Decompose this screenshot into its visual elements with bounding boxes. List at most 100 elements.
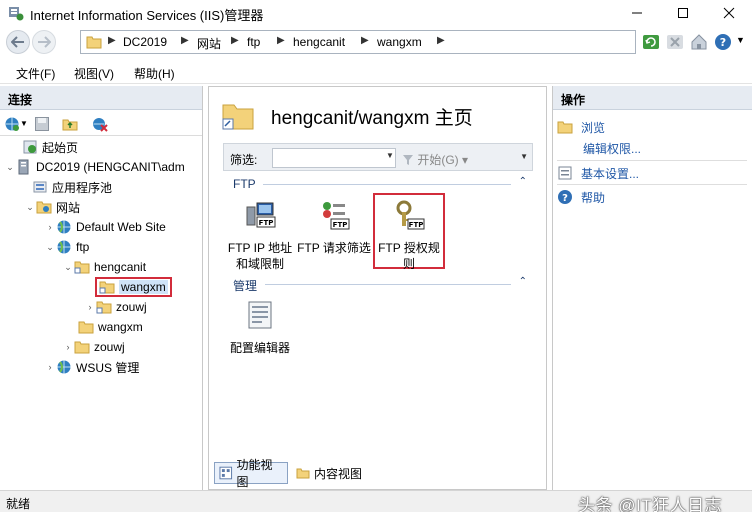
address-bar[interactable]: ▶ DC2019 ▶ 网站 ▶ ftp ▶ hengcanit ▶ wangxm…	[80, 30, 636, 54]
minimize-icon	[632, 12, 642, 14]
tree-item-sites[interactable]: ⌄ 网站	[24, 198, 80, 216]
svg-text:FTP: FTP	[259, 219, 274, 227]
up-folder-icon[interactable]	[62, 116, 78, 132]
filter-options-icon[interactable]: ▼	[520, 152, 528, 161]
arrow-right-icon	[38, 36, 51, 48]
funnel-icon	[403, 155, 413, 165]
collapsed-chevron-icon[interactable]: ›	[84, 302, 96, 312]
connections-pane: 连接 ▼ 起始页 ⌄ DC2019 (HENGCANIT\adm 应用程序池 ⌄	[0, 86, 203, 490]
arrow-left-icon	[11, 36, 24, 48]
svg-text:FTP: FTP	[409, 221, 424, 229]
window-title: Internet Information Services (IIS)管理器	[30, 8, 264, 23]
help-icon[interactable]: ?	[714, 33, 732, 51]
expanded-chevron-icon[interactable]: ⌄	[4, 162, 16, 173]
watermark-text: 头条 @IT狂人日志	[578, 496, 723, 512]
iis-app-icon	[9, 7, 24, 21]
feature-ftp-ip-restrict[interactable]: FTP FTP IP 地址和域限制	[223, 199, 297, 272]
menu-bar: 文件(F) 视图(V) 帮助(H)	[0, 60, 752, 84]
help-dropdown-icon[interactable]: ▼	[736, 35, 745, 45]
app-pool-icon	[33, 181, 47, 193]
filter-dropdown-icon[interactable]: ▼	[386, 151, 394, 160]
features-pane: hengcanit/wangxm 主页 筛选: ▼ 开始(G) ▾ ▼ FTP …	[208, 86, 547, 490]
ftp-request-filter-icon: FTP	[323, 202, 350, 230]
group-ftp-header[interactable]: FTP ⌃	[223, 175, 533, 193]
tab-content-view[interactable]: 内容视图	[292, 462, 372, 484]
connect-dropdown-icon[interactable]: ▼	[20, 119, 28, 128]
tree-item-app-pools[interactable]: 应用程序池	[32, 178, 112, 196]
globe-icon	[57, 240, 71, 254]
menu-file[interactable]: 文件(F)	[16, 65, 55, 82]
feature-ftp-request-filter[interactable]: FTP FTP 请求筛选	[297, 199, 371, 256]
tree-item-zouwj-sub[interactable]: › zouwj	[84, 298, 147, 316]
save-icon[interactable]	[34, 116, 50, 132]
actions-pane: 操作 浏览 编辑权限... 基本设置... ? 帮助	[552, 86, 752, 490]
action-edit-permissions[interactable]: 编辑权限...	[583, 140, 641, 157]
crumb-hengcanit[interactable]: hengcanit	[293, 35, 345, 49]
crumb-wangxm[interactable]: wangxm	[377, 35, 422, 49]
connections-toolbar: ▼	[0, 112, 202, 136]
tree-item-ftp[interactable]: ⌄ ftp	[44, 238, 89, 256]
feature-ftp-auth-rules[interactable]: FTP FTP 授权规则	[373, 193, 445, 271]
collapsed-chevron-icon[interactable]: ›	[44, 222, 56, 232]
filter-input[interactable]	[272, 148, 396, 168]
ftp-ip-restrict-icon: FTP	[246, 202, 276, 228]
crumb-separator: ▶	[437, 35, 445, 46]
crumb-separator: ▶	[231, 35, 239, 46]
collapse-up-icon[interactable]: ⌃	[519, 176, 527, 187]
svg-text:?: ?	[720, 36, 726, 49]
globe-icon	[57, 360, 71, 374]
expanded-chevron-icon[interactable]: ⌄	[62, 262, 74, 273]
feature-config-editor[interactable]: 配置编辑器	[223, 299, 297, 356]
filter-go-button[interactable]: 开始(G) ▾	[402, 151, 468, 168]
connections-header: 连接	[0, 86, 202, 110]
virtual-folder-icon	[99, 281, 115, 294]
collapsed-chevron-icon[interactable]: ›	[62, 342, 74, 352]
close-icon	[723, 7, 735, 19]
crumb-sites[interactable]: 网站	[197, 35, 221, 52]
refresh-icon[interactable]	[642, 33, 660, 51]
crumb-ftp[interactable]: ftp	[247, 35, 260, 49]
actions-header: 操作	[553, 86, 752, 110]
collapse-up-icon[interactable]: ⌃	[519, 276, 527, 287]
tab-features-view[interactable]: 功能视图	[214, 458, 288, 489]
stop-icon[interactable]	[666, 33, 684, 51]
tree-item-wsus[interactable]: › WSUS 管理	[44, 358, 139, 376]
crumb-server[interactable]: DC2019	[123, 35, 167, 49]
tree-item-start-page[interactable]: 起始页	[10, 138, 78, 156]
virtual-folder-icon	[74, 261, 90, 274]
start-page-icon	[23, 140, 37, 154]
collapsed-chevron-icon[interactable]: ›	[44, 362, 56, 372]
crumb-separator: ▶	[361, 35, 369, 46]
title-bar: Internet Information Services (IIS)管理器	[0, 0, 752, 26]
action-help[interactable]: ? 帮助	[557, 188, 605, 206]
expanded-chevron-icon[interactable]: ⌄	[44, 242, 56, 253]
tree-item-zouwj[interactable]: › zouwj	[62, 338, 125, 356]
page-folder-icon	[222, 104, 254, 130]
crumb-separator: ▶	[108, 35, 116, 46]
tree-item-hengcanit[interactable]: ⌄ hengcanit	[62, 258, 146, 276]
tree-item-default-site[interactable]: › Default Web Site	[44, 218, 166, 236]
config-editor-icon	[248, 301, 272, 329]
tree-item-server[interactable]: ⌄ DC2019 (HENGCANIT\adm	[4, 158, 185, 176]
tree-item-wangxm-selected[interactable]: wangxm	[95, 277, 172, 297]
ftp-auth-rules-key-icon: FTP	[396, 200, 425, 230]
menu-help[interactable]: 帮助(H)	[134, 65, 175, 82]
home-icon[interactable]	[690, 33, 708, 51]
sites-folder-icon	[36, 201, 52, 214]
close-button[interactable]	[706, 0, 752, 26]
menu-view[interactable]: 视图(V)	[74, 65, 114, 82]
action-browse[interactable]: 浏览	[557, 118, 605, 136]
page-title: hengcanit/wangxm 主页	[271, 108, 473, 129]
connect-globe-icon[interactable]	[4, 116, 20, 132]
action-basic-settings[interactable]: 基本设置...	[557, 164, 639, 182]
tree-item-wangxm[interactable]: wangxm	[78, 318, 143, 336]
disconnect-icon[interactable]	[92, 116, 108, 132]
back-button[interactable]	[6, 30, 30, 54]
group-manage-header[interactable]: 管理 ⌃	[223, 275, 533, 293]
folder-icon	[86, 36, 102, 49]
forward-button[interactable]	[32, 30, 56, 54]
minimize-button[interactable]	[614, 0, 660, 26]
maximize-button[interactable]	[660, 0, 706, 26]
expanded-chevron-icon[interactable]: ⌄	[24, 202, 36, 213]
filter-bar: 筛选: ▼ 开始(G) ▾ ▼	[223, 143, 533, 171]
